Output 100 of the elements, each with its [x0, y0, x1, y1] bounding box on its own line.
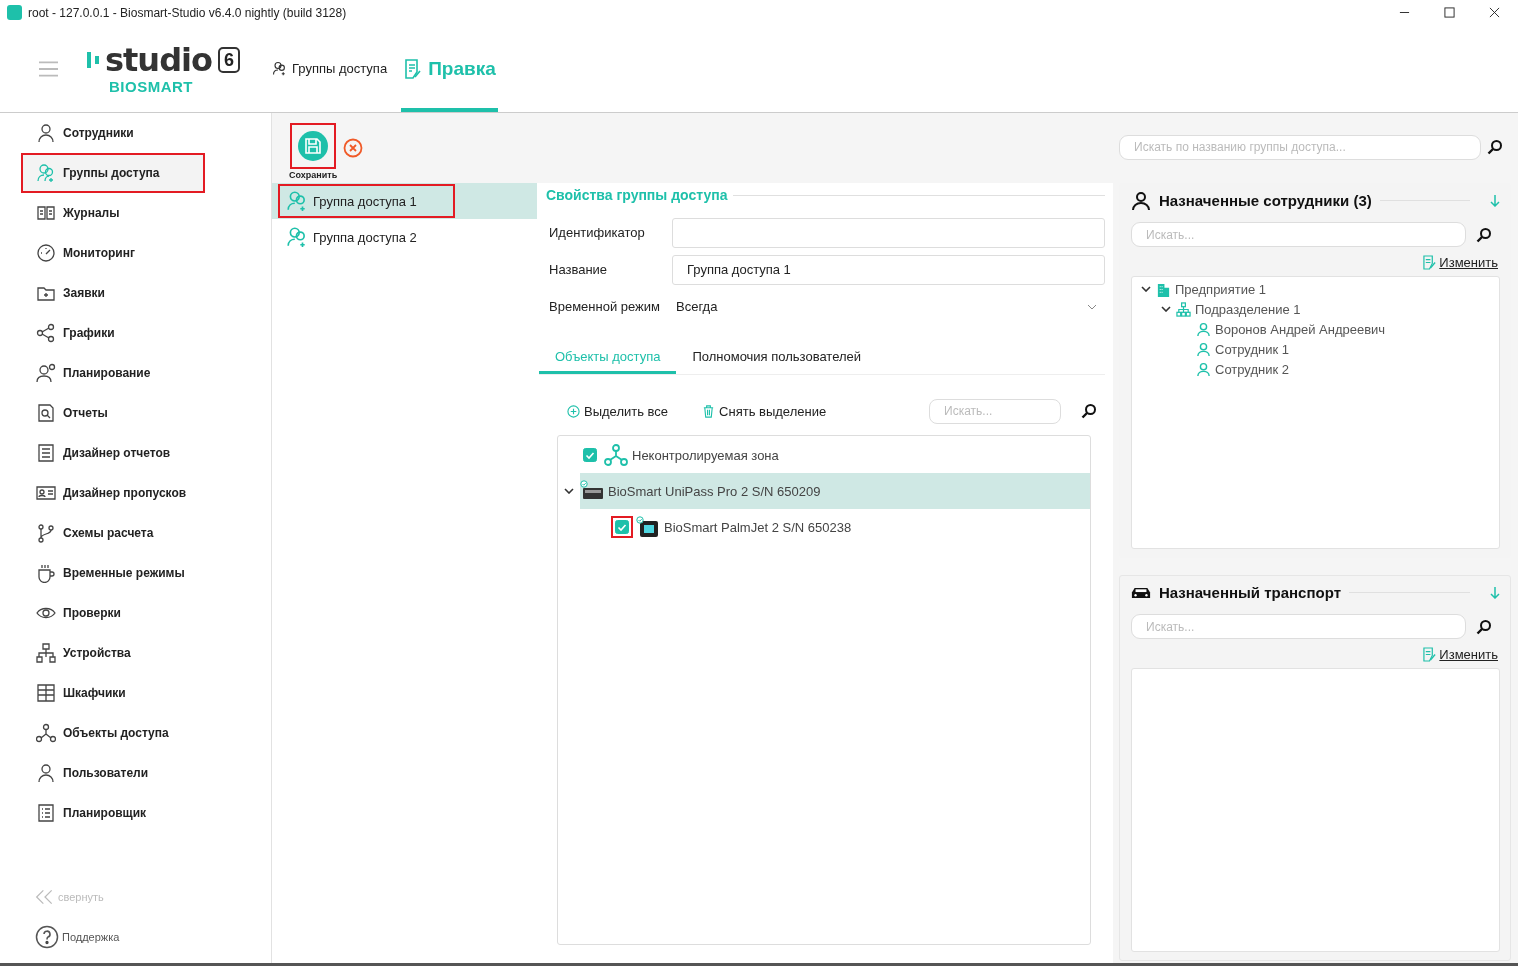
edit-document-icon	[1423, 647, 1437, 662]
logo-mark-icon	[87, 50, 101, 70]
collapse-chevron-icon[interactable]	[1141, 286, 1151, 292]
building-icon	[1156, 281, 1171, 297]
app-icon	[7, 5, 22, 20]
cancel-icon[interactable]	[343, 138, 364, 158]
sidebar-item[interactable]: Планировщик	[0, 793, 271, 833]
panel-title: Назначенный транспорт	[1159, 584, 1341, 601]
person-icon	[1196, 341, 1211, 357]
sidebar-item[interactable]: Планирование	[0, 353, 271, 393]
logo-version: 6	[218, 47, 240, 73]
nodes-icon	[36, 723, 56, 743]
cup-icon	[36, 563, 56, 583]
sidebar-item[interactable]: Устройства	[0, 633, 271, 673]
logo-brand: BIOSMART	[109, 78, 193, 95]
sidebar-item[interactable]: Временные режимы	[0, 553, 271, 593]
tree-item-label: Неконтролируемая зона	[632, 447, 779, 463]
gauge-icon	[36, 243, 56, 263]
person-icon	[36, 123, 56, 143]
panel-title: Назначенные сотрудники (3)	[1159, 192, 1372, 209]
edit-link[interactable]: Изменить	[1439, 255, 1498, 270]
sidebar-item[interactable]: Группы доступа	[21, 153, 205, 193]
sidebar-item[interactable]: Шкафчики	[0, 673, 271, 713]
sidebar-item[interactable]: Проверки	[0, 593, 271, 633]
sidebar-item[interactable]: Дизайнер пропусков	[0, 473, 271, 513]
person-icon	[1131, 190, 1151, 211]
dropdown-chevron-icon	[1087, 303, 1097, 310]
tree-item-label: Подразделение 1	[1195, 301, 1301, 317]
sidebar-item[interactable]: Объекты доступа	[0, 713, 271, 753]
car-icon	[1131, 586, 1151, 599]
edit-link[interactable]: Изменить	[1439, 647, 1498, 662]
field-label: Название	[548, 262, 609, 277]
document-icon	[36, 443, 56, 463]
dropdown-field[interactable]: Всегда	[672, 291, 1105, 322]
save-label: Сохранить	[289, 170, 338, 180]
collapse-chevron-icon[interactable]	[1161, 306, 1171, 312]
checkbox[interactable]	[583, 448, 597, 462]
breadcrumb-tab[interactable]: Группы доступа	[270, 25, 390, 112]
text-field[interactable]: Группа доступа 1	[672, 254, 1105, 285]
search-field[interactable]: Искать...	[929, 398, 1061, 424]
person-icon	[1196, 361, 1211, 377]
group-list-item[interactable]: Группа доступа 2	[272, 219, 537, 255]
person-icon	[1196, 321, 1211, 337]
close-icon[interactable]	[1489, 7, 1500, 18]
tree-item-label: Воронов Андрей Андреевич	[1215, 321, 1386, 337]
tab[interactable]: Полномочия пользователей	[676, 341, 878, 374]
search-icon[interactable]	[1487, 139, 1503, 155]
select-all-button[interactable]: Выделить все	[567, 403, 669, 419]
report-icon	[36, 403, 56, 423]
group-icon	[36, 163, 56, 183]
support-link[interactable]: Поддержка	[0, 917, 271, 957]
group-icon	[286, 190, 308, 212]
network-icon	[36, 643, 56, 663]
tree-item-label: Сотрудник 2	[1215, 361, 1289, 377]
sidebar-item[interactable]: Заявки	[0, 273, 271, 313]
terminal-icon	[580, 480, 604, 502]
save-button[interactable]	[290, 123, 337, 169]
sidebar-item[interactable]: Мониторинг	[0, 233, 271, 273]
sidebar-item[interactable]: Графики	[0, 313, 271, 353]
text-field[interactable]	[672, 217, 1105, 248]
tree-item-label: Предприятие 1	[1175, 281, 1266, 297]
edit-document-icon	[1423, 255, 1437, 270]
tree-item-label: BioSmart UniPass Pro 2 S/N 650209	[608, 483, 821, 499]
field-label: Идентификатор	[548, 225, 646, 240]
clear-selection-button[interactable]: Снять выделение	[702, 403, 827, 419]
id-card-icon	[36, 483, 56, 503]
group-icon	[286, 226, 308, 248]
search-icon[interactable]	[1081, 403, 1097, 419]
group-icon	[272, 61, 287, 76]
branch-icon	[36, 523, 56, 543]
field-label: Временной режим	[548, 299, 661, 314]
save-icon	[298, 131, 329, 161]
search-icon[interactable]	[1476, 618, 1492, 635]
scanner-icon	[636, 516, 660, 538]
search-icon[interactable]	[1476, 226, 1492, 243]
section-title: Свойства группы доступа	[546, 187, 728, 203]
window-title: root - 127.0.0.1 - Biosmart-Studio v6.4.0 nightly (build 3128)	[28, 5, 347, 20]
org-chart-icon	[1176, 301, 1191, 317]
tree-item-label: Сотрудник 1	[1215, 341, 1289, 357]
trash-icon	[702, 404, 716, 418]
sidebar-item[interactable]: Схемы расчета	[0, 513, 271, 553]
sidebar-item[interactable]: Отчеты	[0, 393, 271, 433]
double-chevron-icon	[35, 887, 55, 907]
plus-circle-icon	[567, 404, 580, 418]
sidebar-item[interactable]: Сотрудники	[0, 113, 271, 153]
tree-row-highlight[interactable]: BioSmart UniPass Pro 2 S/N 650209	[580, 473, 1090, 509]
nodes-icon	[604, 444, 628, 466]
search-field[interactable]: Искать...	[1131, 222, 1466, 247]
sidebar-item[interactable]: Дизайнер отчетов	[0, 433, 271, 473]
list-icon	[36, 803, 56, 823]
group-name: Группа доступа 1	[278, 184, 455, 218]
collapse-chevron-icon[interactable]	[564, 488, 574, 494]
sidebar-item[interactable]: Пользователи	[0, 753, 271, 793]
search-field[interactable]: Искать по названию группы доступа...	[1119, 134, 1481, 160]
maximize-icon[interactable]	[1444, 7, 1455, 18]
group-name: Группа доступа 2	[278, 220, 455, 254]
group-list-item[interactable]: Группа доступа 1	[272, 183, 537, 219]
logo-name: studio	[105, 42, 212, 78]
sidebar-item[interactable]: Журналы	[0, 193, 271, 233]
search-field[interactable]: Искать...	[1131, 614, 1466, 639]
